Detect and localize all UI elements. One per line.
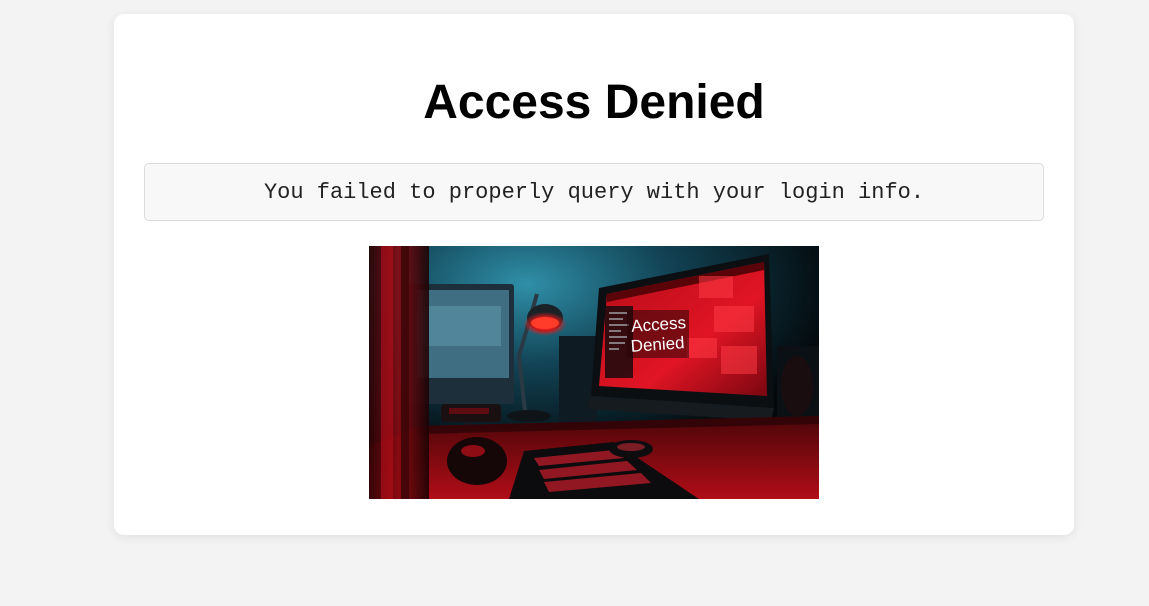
access-denied-image: Access Denied	[369, 246, 819, 499]
access-denied-card: Access Denied You failed to properly que…	[114, 14, 1074, 535]
error-message-box: You failed to properly query with your l…	[144, 163, 1044, 221]
screen-access-text: Access	[631, 313, 687, 336]
error-message-text: You failed to properly query with your l…	[263, 179, 925, 205]
access-denied-illustration: Access Denied	[369, 246, 819, 499]
page-title: Access Denied	[423, 76, 765, 129]
screen-denied-text: Denied	[630, 333, 685, 356]
